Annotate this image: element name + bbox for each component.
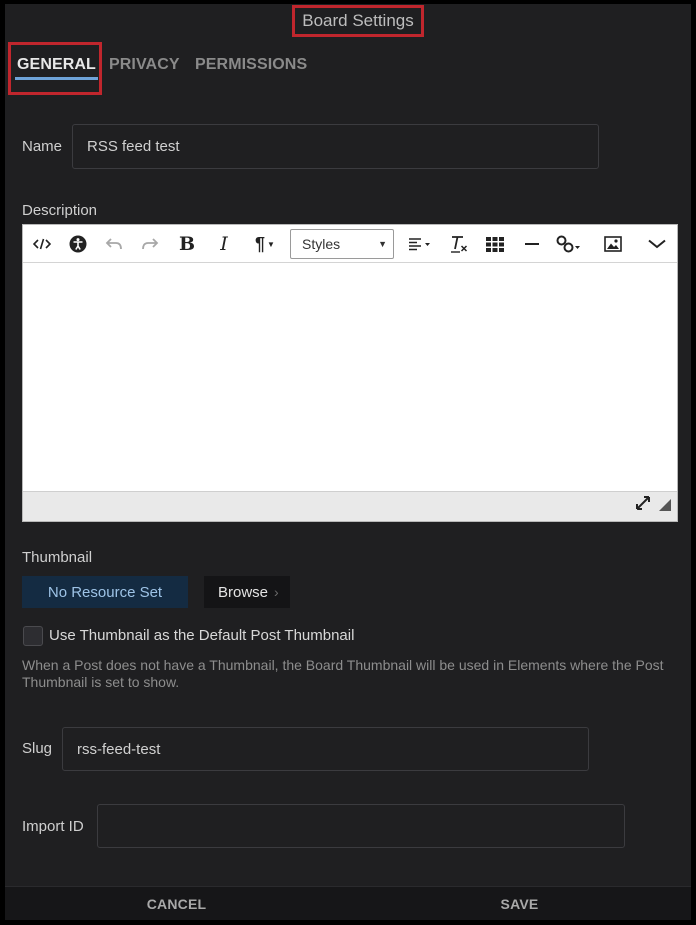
slug-input-value: rss-feed-test xyxy=(77,740,161,758)
thumbnail-resource-field[interactable]: No Resource Set xyxy=(22,576,188,608)
dialog-title-text: Board Settings xyxy=(302,11,414,30)
horizontal-rule-icon[interactable] xyxy=(521,231,543,257)
paragraph-glyph: ¶ xyxy=(255,233,266,254)
browse-button[interactable]: Browse › xyxy=(204,576,290,608)
undo-icon[interactable] xyxy=(103,231,125,257)
description-editor[interactable]: B I ¶ ▼ Styles ▼ xyxy=(22,224,678,522)
chevron-down-icon: ▼ xyxy=(378,239,387,249)
default-thumbnail-checkbox[interactable] xyxy=(23,626,43,646)
tab-general[interactable]: GENERAL xyxy=(15,56,98,80)
tab-permissions[interactable]: PERMISSIONS xyxy=(195,56,307,74)
editor-statusbar xyxy=(23,491,677,521)
accessibility-icon[interactable] xyxy=(67,231,89,257)
import-id-label: Import ID xyxy=(22,818,84,835)
thumbnail-label: Thumbnail xyxy=(22,549,93,566)
active-tab-underline xyxy=(15,77,98,80)
tab-general-label: GENERAL xyxy=(17,56,96,73)
tab-bar: GENERAL PRIVACY PERMISSIONS xyxy=(5,42,691,95)
thumbnail-help-text: When a Post does not have a Thumbnail, t… xyxy=(22,657,664,690)
tab-privacy[interactable]: PRIVACY xyxy=(109,56,180,74)
resize-icon[interactable] xyxy=(633,491,673,518)
cancel-button[interactable]: CANCEL xyxy=(5,887,348,921)
clear-format-icon[interactable] xyxy=(448,231,470,257)
dialog-title: Board Settings xyxy=(292,5,424,37)
tab-permissions-label: PERMISSIONS xyxy=(195,56,308,73)
bold-glyph: B xyxy=(178,233,196,255)
tab-privacy-label: PRIVACY xyxy=(109,56,180,73)
editor-toolbar: B I ¶ ▼ Styles ▼ xyxy=(23,225,677,263)
screen-frame: Board Settings GENERAL PRIVACY PERMISSIO… xyxy=(0,0,696,925)
styles-select-value: Styles xyxy=(302,236,341,252)
align-icon[interactable] xyxy=(406,231,436,257)
redo-icon[interactable] xyxy=(139,231,161,257)
more-icon[interactable] xyxy=(645,231,669,257)
browse-button-label: Browse xyxy=(218,583,269,601)
save-button[interactable]: SAVE xyxy=(348,887,696,921)
image-icon[interactable] xyxy=(602,231,624,257)
description-label: Description xyxy=(22,202,98,219)
board-settings-dialog: Board Settings GENERAL PRIVACY PERMISSIO… xyxy=(5,4,691,920)
paragraph-icon[interactable]: ¶ ▼ xyxy=(249,231,281,257)
name-input[interactable]: RSS feed test xyxy=(72,124,599,169)
dialog-footer: CANCEL SAVE xyxy=(5,886,691,920)
table-icon[interactable] xyxy=(484,231,506,257)
name-input-value: RSS feed test xyxy=(87,138,180,155)
editor-content-area[interactable] xyxy=(23,263,677,492)
source-code-icon[interactable] xyxy=(31,231,53,257)
italic-icon[interactable]: I xyxy=(213,231,235,257)
styles-select[interactable]: Styles ▼ xyxy=(290,229,394,259)
default-thumbnail-checkbox-label[interactable]: Use Thumbnail as the Default Post Thumbn… xyxy=(49,627,354,644)
italic-glyph: I xyxy=(220,233,228,255)
bold-icon[interactable]: B xyxy=(176,231,198,257)
slug-label: Slug xyxy=(22,740,53,757)
link-icon[interactable] xyxy=(553,231,587,257)
slug-input[interactable]: rss-feed-test xyxy=(62,727,589,771)
save-button-label: SAVE xyxy=(500,896,539,912)
cancel-button-label: CANCEL xyxy=(146,896,207,912)
name-label: Name xyxy=(22,138,63,155)
chevron-right-icon: › xyxy=(274,584,279,600)
thumbnail-resource-value: No Resource Set xyxy=(47,583,163,601)
import-id-input[interactable] xyxy=(97,804,625,848)
